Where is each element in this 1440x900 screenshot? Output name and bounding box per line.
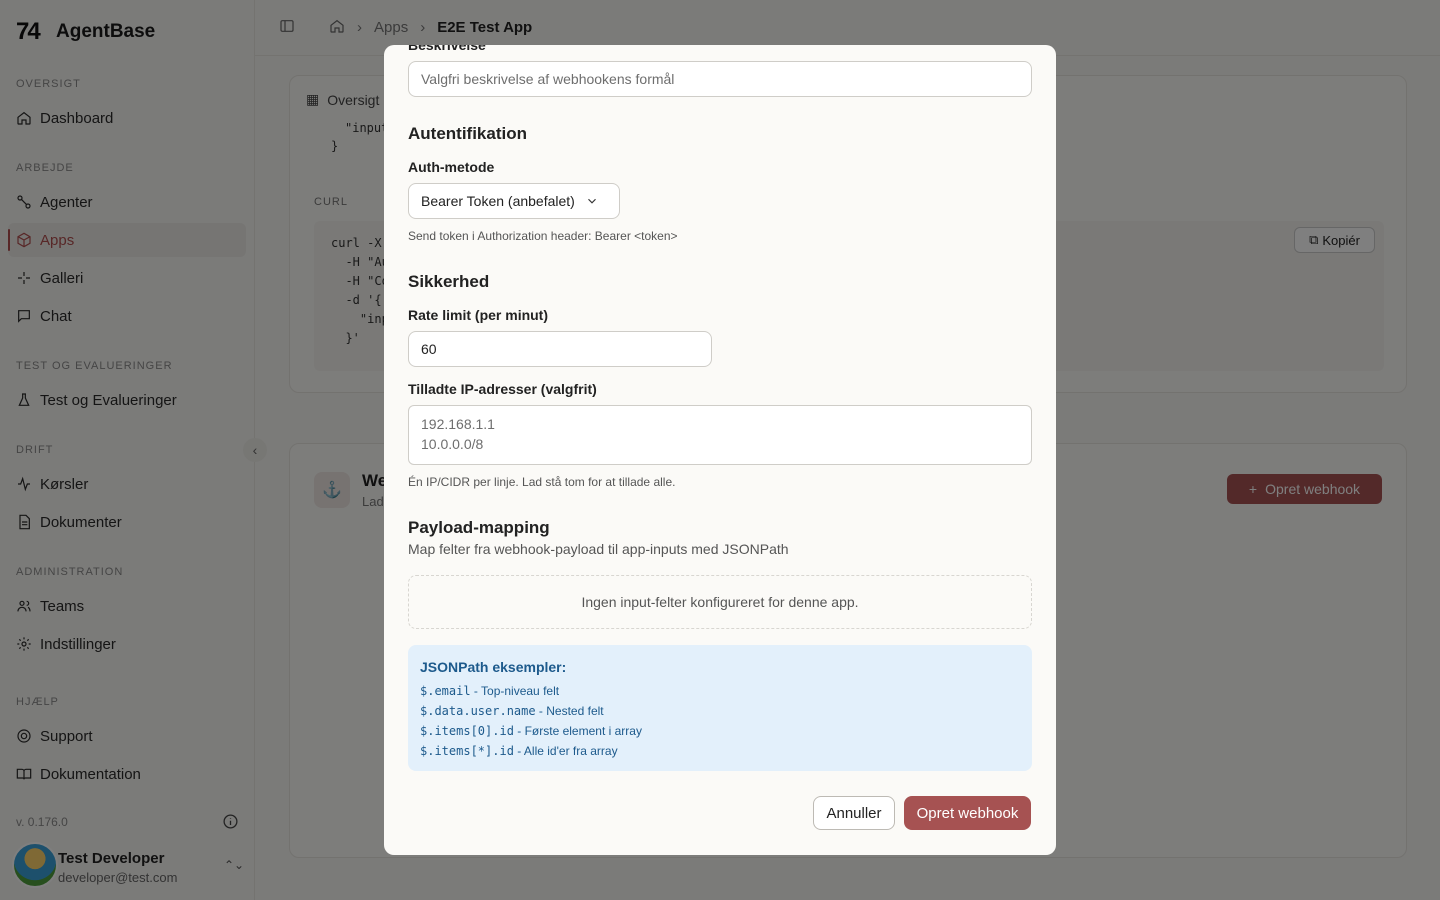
allowed-ips-textarea[interactable]: 192.168.1.1 10.0.0.0/8 bbox=[408, 405, 1032, 465]
example-line: $.items[0].id - Første element i array bbox=[420, 724, 642, 738]
cancel-button[interactable]: Annuller bbox=[813, 796, 895, 830]
payload-heading: Payload-mapping bbox=[408, 518, 550, 537]
security-heading: Sikkerhed bbox=[408, 272, 490, 291]
auth-heading: Autentifikation bbox=[408, 124, 527, 143]
submit-webhook-button[interactable]: Opret webhook bbox=[904, 796, 1031, 830]
examples-title: JSONPath eksempler: bbox=[420, 659, 567, 675]
example-line: $.email - Top-niveau felt bbox=[420, 684, 560, 698]
example-line: $.data.user.name - Nested felt bbox=[420, 704, 604, 718]
ip-help-text: Én IP/CIDR per linje. Lad stå tom for at… bbox=[408, 475, 676, 489]
rate-limit-label: Rate limit (per minut) bbox=[408, 307, 549, 323]
ip-label: Tilladte IP-adresser (valgfrit) bbox=[408, 381, 597, 397]
empty-input-fields: Ingen input-felter konfigureret for denn… bbox=[408, 575, 1032, 629]
jsonpath-examples: JSONPath eksempler: $.email - Top-niveau… bbox=[408, 645, 1032, 771]
auth-method-label: Auth-metode bbox=[408, 159, 495, 175]
description-input[interactable]: Valgfri beskrivelse af webhookens formål bbox=[408, 61, 1032, 97]
example-line: $.items[*].id - Alle id'er fra array bbox=[420, 744, 618, 758]
ip-placeholder-line: 10.0.0.0/8 bbox=[421, 436, 484, 452]
rate-limit-input[interactable]: 60 bbox=[408, 331, 712, 367]
chevron-down-icon bbox=[587, 198, 596, 204]
payload-subtitle: Map felter fra webhook-payload til app-i… bbox=[408, 541, 789, 557]
auth-help-text: Send token i Authorization header: Beare… bbox=[408, 229, 678, 243]
create-webhook-dialog: Beskrivelse Valgfri beskrivelse af webho… bbox=[384, 45, 1056, 855]
auth-method-value: Bearer Token (anbefalet) bbox=[421, 193, 575, 209]
description-label: Beskrivelse bbox=[408, 45, 486, 53]
ip-placeholder-line: 192.168.1.1 bbox=[421, 416, 495, 432]
auth-method-select[interactable]: Bearer Token (anbefalet) bbox=[408, 183, 620, 219]
